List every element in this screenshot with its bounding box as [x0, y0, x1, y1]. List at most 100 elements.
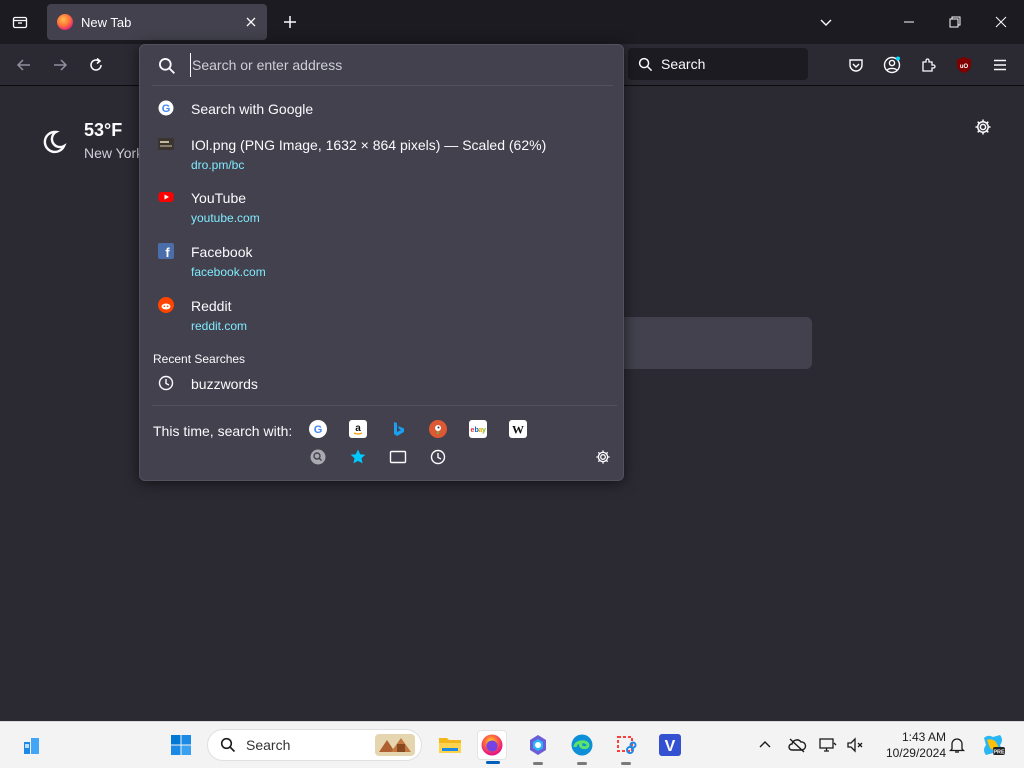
svg-text:W: W [512, 423, 524, 437]
search-engine-generic-icon [310, 449, 326, 465]
minimize-icon [904, 21, 914, 23]
bing-icon [394, 422, 404, 436]
reload-icon [90, 57, 102, 71]
list-all-tabs-icon [12, 16, 28, 29]
result-search-with-google[interactable]: G Search with Google [148, 97, 615, 125]
copilot-pre-icon: PRE [984, 735, 1005, 756]
back-button[interactable] [10, 51, 38, 79]
bookmarks-search-button[interactable] [349, 448, 367, 466]
recent-search-buzzwords[interactable]: buzzwords [148, 371, 615, 397]
close-window-button[interactable] [987, 8, 1015, 36]
gear-icon [596, 450, 610, 464]
v-app-icon: V [659, 734, 681, 756]
engine-google[interactable]: G [309, 420, 327, 438]
oneoff-label: This time, search with: [153, 423, 293, 439]
result-title: YouTube [191, 190, 247, 206]
history-icon [158, 375, 174, 391]
tab-new-tab[interactable]: New Tab [47, 4, 267, 40]
widgets-icon [24, 738, 39, 754]
newtab-settings-button[interactable] [970, 114, 996, 140]
pocket-button[interactable] [842, 51, 870, 79]
extensions-button[interactable] [914, 51, 942, 79]
restore-button[interactable] [941, 8, 969, 36]
firefox-icon [57, 14, 73, 30]
engine-amazon[interactable]: a [349, 420, 367, 438]
gear-icon [975, 119, 991, 135]
wikipedia-icon: W [512, 423, 524, 437]
list-all-tabs-button[interactable] [8, 10, 32, 34]
new-tab-button[interactable] [278, 10, 302, 34]
copilot-pre-button[interactable]: PRE [978, 730, 1008, 760]
result-facebook[interactable]: f Facebook facebook.com [148, 240, 615, 282]
result-reddit[interactable]: Reddit reddit.com [148, 294, 615, 336]
arrow-right-icon [54, 59, 68, 71]
running-indicator [621, 762, 631, 765]
urlbar-divider [152, 85, 613, 86]
result-title: IOl.png (PNG Image, 1632 × 864 pixels) —… [191, 137, 547, 153]
moon-icon [43, 130, 67, 154]
taskbar-clock[interactable]: 1:43 AM 10/29/2024 [874, 729, 946, 761]
tab-overflow-button[interactable] [812, 8, 840, 36]
recent-searches-heading: Recent Searches [153, 352, 246, 366]
close-icon [246, 17, 256, 27]
ublock-button[interactable]: uO [950, 51, 978, 79]
history-search-button[interactable] [429, 448, 447, 466]
file-explorer-button[interactable] [435, 730, 465, 760]
plus-icon [284, 16, 296, 28]
forward-button[interactable] [46, 51, 74, 79]
windows-logo-icon [171, 735, 191, 755]
bell-icon [949, 738, 965, 753]
show-hidden-icons-button[interactable] [752, 730, 778, 760]
copilot-button[interactable] [523, 730, 553, 765]
speaker-muted-icon [847, 737, 863, 753]
weather-widget[interactable]: 53°F New York [40, 120, 143, 161]
search-highlight-icon [375, 734, 415, 756]
engine-duckduckgo[interactable] [429, 420, 447, 438]
vpn-app-button[interactable]: V [655, 730, 685, 760]
svg-text:G: G [162, 103, 171, 115]
result-iol-png[interactable]: IOl.png (PNG Image, 1632 × 864 pixels) —… [148, 133, 615, 175]
clock-time: 1:43 AM [901, 730, 946, 744]
result-youtube[interactable]: YouTube youtube.com [148, 186, 615, 228]
result-url: youtube.com [191, 211, 260, 225]
snipping-tool-icon [617, 736, 637, 754]
start-button[interactable] [166, 730, 196, 760]
urlbar-popup: G Search with Google IOl.png (PNG Image,… [139, 44, 624, 481]
account-button[interactable] [878, 51, 906, 79]
search-settings-button[interactable] [594, 448, 612, 466]
volume-button[interactable] [842, 730, 868, 760]
minimize-button[interactable] [895, 8, 923, 36]
google-icon: G [158, 100, 174, 116]
running-indicator [577, 762, 587, 765]
google-icon: G [314, 424, 323, 436]
widgets-button[interactable] [17, 730, 47, 760]
taskbar-search-box[interactable]: Search [207, 729, 422, 761]
firefox-taskbar-button[interactable] [477, 730, 507, 764]
reddit-icon [158, 297, 174, 313]
toolbar-search-box[interactable]: Search [628, 48, 808, 80]
tab-title: New Tab [81, 14, 132, 30]
snipping-tool-button[interactable] [611, 730, 641, 765]
engine-bing[interactable] [389, 420, 407, 438]
history-icon [430, 449, 446, 465]
chevron-up-icon [759, 741, 771, 748]
tabs-search-button[interactable] [389, 448, 407, 466]
edge-button[interactable] [567, 730, 597, 765]
result-url: facebook.com [191, 265, 266, 279]
active-indicator [486, 761, 500, 764]
reload-button[interactable] [82, 51, 110, 79]
app-menu-button[interactable] [986, 51, 1014, 79]
search-mode-button[interactable] [309, 448, 327, 466]
engine-wikipedia[interactable]: W [509, 420, 527, 438]
onedrive-button[interactable] [784, 730, 810, 760]
result-title: Reddit [191, 298, 232, 314]
result-title: Search with Google [191, 101, 314, 117]
tab-close-button[interactable] [239, 10, 263, 34]
clock-date: 10/29/2024 [885, 746, 946, 760]
network-button[interactable] [815, 730, 841, 760]
urlbar-input[interactable] [190, 53, 610, 77]
engine-ebay[interactable]: ebay [469, 420, 487, 438]
newtab-search-bar[interactable] [600, 317, 812, 369]
notifications-button[interactable] [944, 730, 970, 760]
result-url: dro.pm/bc [191, 158, 245, 172]
